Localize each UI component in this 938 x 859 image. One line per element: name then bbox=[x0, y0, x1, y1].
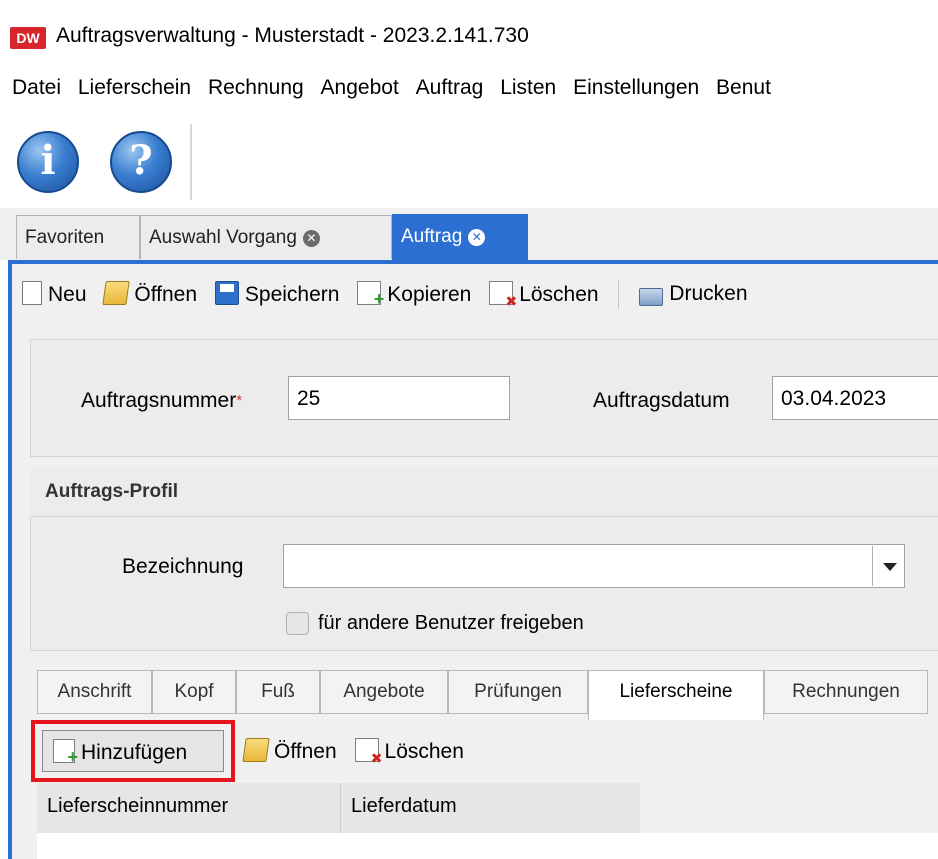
menu-lieferschein[interactable]: Lieferschein bbox=[78, 66, 191, 100]
folder-open-icon bbox=[102, 281, 131, 305]
sub-action-bar: Öffnen Löschen bbox=[242, 738, 476, 767]
menu-einstellungen[interactable]: Einstellungen bbox=[573, 66, 699, 100]
delete-button[interactable]: Löschen bbox=[489, 281, 599, 310]
subtab-kopf[interactable]: Kopf bbox=[152, 670, 236, 714]
designation-label: Bezeichnung bbox=[122, 555, 244, 578]
open-button[interactable]: Öffnen bbox=[102, 281, 198, 307]
menu-bar: Datei Lieferschein Rechnung Angebot Auft… bbox=[0, 66, 938, 114]
app-logo: DW bbox=[10, 27, 46, 49]
profile-panel-title: Auftrags-Profil bbox=[45, 481, 178, 502]
order-number-label: Auftragsnummer* bbox=[81, 389, 242, 413]
new-label: Neu bbox=[48, 283, 87, 306]
menu-listen[interactable]: Listen bbox=[500, 66, 556, 100]
tab-label: Favoriten bbox=[25, 227, 105, 248]
main-toolbar: i ? bbox=[0, 114, 938, 208]
sub-open-button[interactable]: Öffnen bbox=[242, 738, 337, 764]
new-document-icon bbox=[22, 281, 42, 305]
tab-label: Auswahl Vorgang bbox=[149, 227, 297, 248]
menu-angebot[interactable]: Angebot bbox=[321, 66, 399, 100]
tab-label: Auftrag bbox=[401, 226, 463, 247]
folder-open-icon bbox=[242, 738, 270, 762]
save-label: Speichern bbox=[244, 283, 340, 306]
toolbar-divider bbox=[190, 124, 192, 200]
title-bar: DW Auftragsverwaltung - Musterstadt - 20… bbox=[0, 0, 938, 66]
info-icon[interactable]: i bbox=[17, 131, 79, 193]
column-header-date[interactable]: Lieferdatum bbox=[341, 783, 640, 833]
action-bar: Neu Öffnen Speichern Kopieren Löschen Dr… bbox=[22, 279, 760, 319]
tab-auswahl-vorgang[interactable]: Auswahl Vorgang ✕ bbox=[140, 215, 392, 259]
menu-datei[interactable]: Datei bbox=[12, 66, 61, 100]
order-number-label-text: Auftragsnummer bbox=[81, 389, 237, 412]
tab-favoriten[interactable]: Favoriten bbox=[16, 215, 140, 259]
menu-benutzer[interactable]: Benut bbox=[716, 66, 771, 100]
subtab-anschrift[interactable]: Anschrift bbox=[37, 670, 152, 714]
share-checkbox-label: für andere Benutzer freigeben bbox=[318, 612, 584, 634]
required-marker: * bbox=[236, 392, 243, 409]
subtab-pruefungen[interactable]: Prüfungen bbox=[448, 670, 588, 714]
sub-delete-button[interactable]: Löschen bbox=[354, 738, 464, 767]
delete-label: Löschen bbox=[519, 283, 599, 306]
help-icon[interactable]: ? bbox=[110, 131, 172, 193]
share-checkbox[interactable] bbox=[286, 612, 309, 635]
sub-delete-label: Löschen bbox=[384, 740, 464, 763]
chevron-down-icon[interactable] bbox=[872, 546, 904, 586]
subtab-rechnungen[interactable]: Rechnungen bbox=[764, 670, 928, 714]
subtab-angebote[interactable]: Angebote bbox=[320, 670, 448, 714]
window-title: Auftragsverwaltung - Musterstadt - 2023.… bbox=[56, 24, 529, 47]
order-date-label: Auftragsdatum bbox=[593, 389, 730, 412]
highlight-frame bbox=[31, 720, 235, 782]
close-icon[interactable]: ✕ bbox=[468, 229, 486, 246]
subtab-lieferscheine[interactable]: Lieferscheine bbox=[588, 670, 764, 720]
delete-icon bbox=[489, 281, 517, 310]
copy-button[interactable]: Kopieren bbox=[357, 281, 472, 310]
print-button[interactable]: Drucken bbox=[639, 282, 748, 306]
copy-icon bbox=[357, 281, 384, 310]
subtab-fuss[interactable]: Fuß bbox=[236, 670, 320, 714]
save-icon bbox=[214, 281, 239, 305]
copy-label: Kopieren bbox=[387, 283, 472, 306]
delete-icon bbox=[354, 738, 383, 767]
table-body bbox=[37, 833, 938, 859]
order-date-field[interactable]: 03.04.2023 bbox=[772, 376, 938, 420]
column-header-number[interactable]: Lieferscheinnummer bbox=[37, 783, 340, 833]
sub-open-label: Öffnen bbox=[274, 740, 337, 763]
menu-auftrag[interactable]: Auftrag bbox=[416, 66, 484, 100]
menu-rechnung[interactable]: Rechnung bbox=[208, 66, 304, 100]
close-icon[interactable]: ✕ bbox=[302, 230, 320, 247]
action-divider bbox=[618, 279, 620, 309]
designation-select[interactable] bbox=[283, 544, 905, 588]
print-label: Drucken bbox=[669, 282, 748, 305]
tab-auftrag[interactable]: Auftrag ✕ bbox=[392, 214, 528, 261]
printer-icon bbox=[639, 288, 664, 306]
new-button[interactable]: Neu bbox=[22, 281, 87, 307]
save-button[interactable]: Speichern bbox=[214, 281, 340, 307]
order-number-field[interactable]: 25 bbox=[288, 376, 510, 420]
open-label: Öffnen bbox=[134, 283, 198, 306]
